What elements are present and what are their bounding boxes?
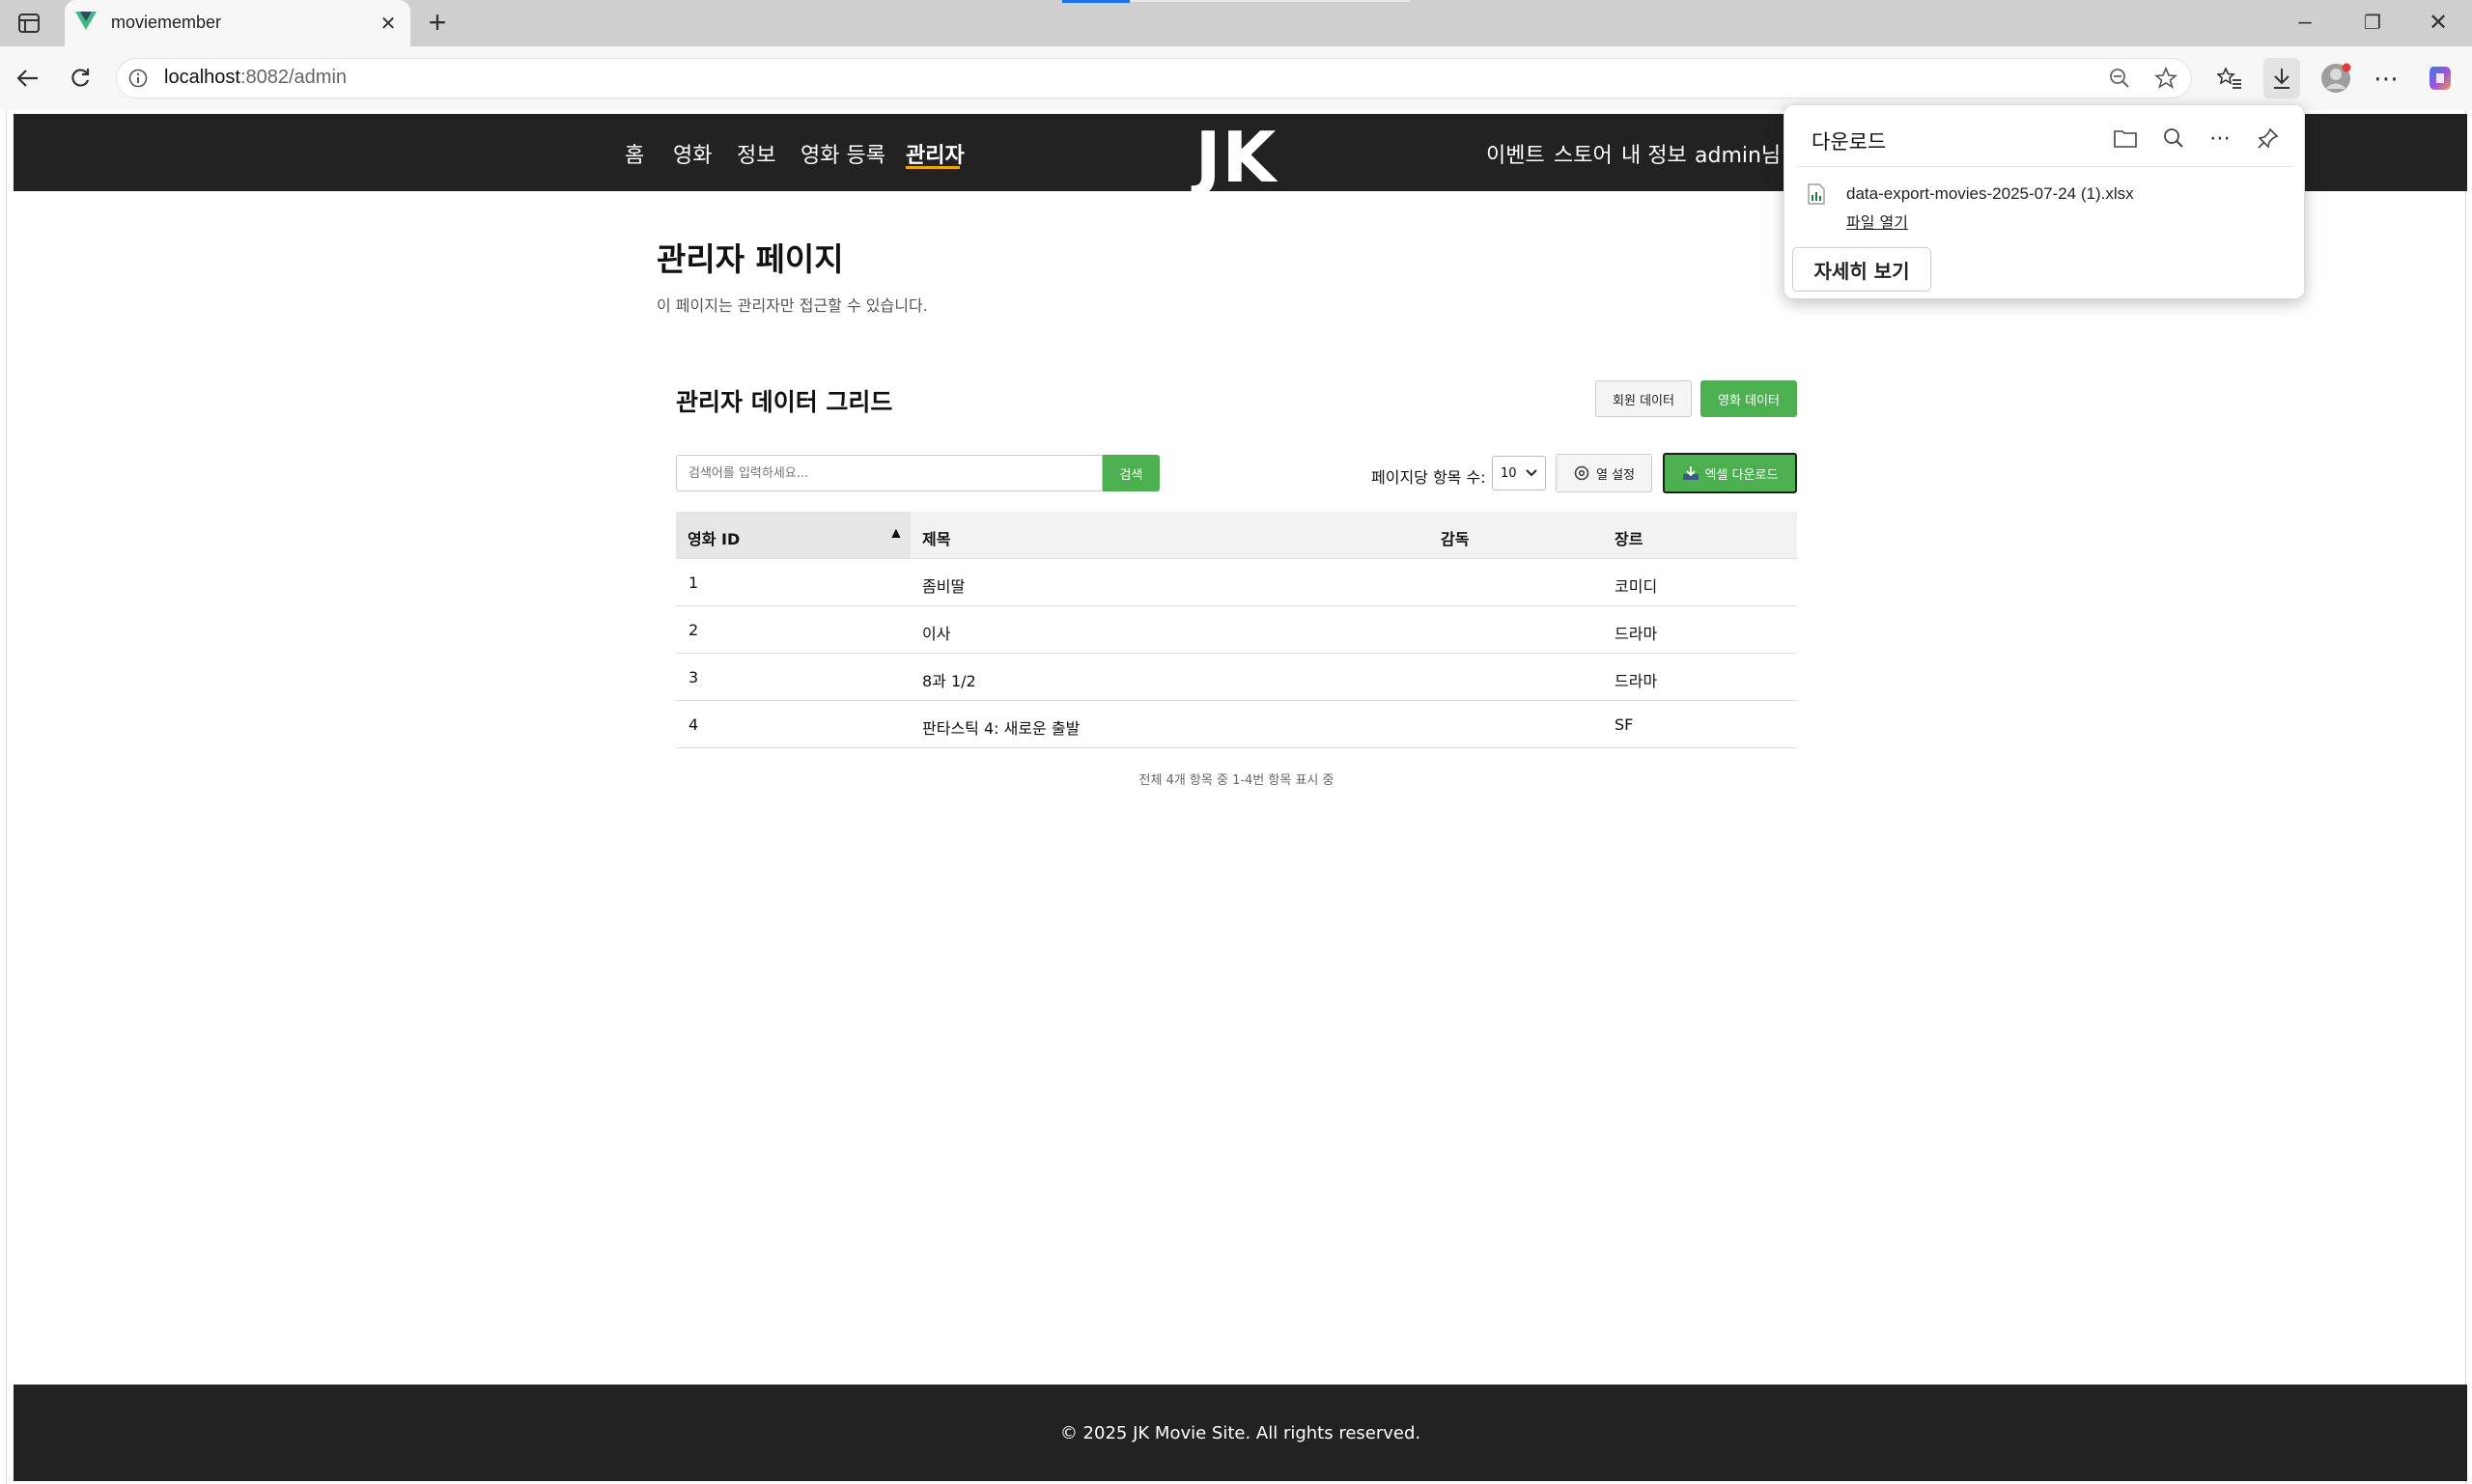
movie-data-button[interactable]: 영화 데이터: [1700, 380, 1797, 417]
downloads-title: 다운로드: [1812, 130, 1887, 154]
column-header-genre[interactable]: 장르: [1615, 526, 1643, 549]
grid-title: 관리자 데이터 그리드: [676, 388, 893, 416]
cell-genre: 코미디: [1615, 577, 1658, 596]
cell-genre: 드라마: [1615, 625, 1658, 643]
cell-id: 3: [688, 668, 699, 686]
row-divider: [676, 558, 1797, 559]
nav-home[interactable]: 홈: [625, 138, 644, 169]
copilot-icon[interactable]: [2422, 60, 2458, 97]
search-button[interactable]: 검색: [1103, 455, 1160, 491]
url-text: localhost:8082/admin: [164, 67, 347, 89]
cell-id: 4: [688, 715, 699, 734]
tab-title: moviemember: [111, 13, 222, 32]
refresh-icon[interactable]: [64, 62, 97, 95]
back-icon[interactable]: [12, 62, 44, 95]
nav-movies[interactable]: 영화: [673, 138, 712, 169]
cell-genre: SF: [1615, 715, 1634, 734]
per-page-label: 페이지당 항목 수:: [1371, 468, 1486, 487]
favorites-list-icon[interactable]: [2213, 62, 2246, 95]
nav-admin[interactable]: 관리자: [906, 138, 965, 169]
vue-logo-icon: [75, 12, 97, 33]
download-icon[interactable]: [2265, 62, 2298, 95]
page-title: 관리자 페이지: [657, 240, 844, 278]
see-more-button[interactable]: 자세히 보기: [1792, 247, 1931, 292]
tab-actions-icon[interactable]: [14, 10, 44, 37]
site-footer: © 2025 JK Movie Site. All rights reserve…: [14, 1385, 2467, 1481]
tab-close-icon[interactable]: ✕: [375, 10, 402, 37]
table-summary: 전체 4개 항목 중 1-4번 항목 표시 중: [1138, 773, 1334, 788]
address-bar[interactable]: [116, 58, 2192, 98]
excel-download-label: 엑셀 다운로드: [1704, 467, 1779, 483]
search-icon[interactable]: [2159, 124, 2188, 153]
folder-icon[interactable]: [2111, 124, 2140, 153]
column-header-title[interactable]: 제목: [922, 526, 950, 549]
cell-id: 1: [688, 574, 699, 592]
cell-title: 판타스틱 4: 새로운 출발: [922, 719, 1081, 738]
nav-events[interactable]: 이벤트: [1486, 138, 1545, 169]
close-window-button[interactable]: ✕: [2422, 6, 2455, 39]
cell-title: 좀비딸: [922, 577, 966, 596]
url-host: localhost: [164, 67, 240, 88]
sort-ascending-icon[interactable]: ▲: [888, 525, 904, 543]
new-tab-button[interactable]: +: [421, 5, 454, 40]
per-page-select[interactable]: 10: [1492, 456, 1546, 490]
site-logo[interactable]: JK MOVIE: [1072, 116, 1400, 281]
open-file-link[interactable]: 파일 열기: [1846, 210, 1908, 233]
more-icon[interactable]: ⋯: [2205, 124, 2234, 153]
excel-file-icon: [1808, 183, 1827, 205]
row-divider: [676, 653, 1797, 654]
column-header-movie-id[interactable]: 영화 ID: [688, 526, 740, 549]
nav-movie-register[interactable]: 영화 등록: [801, 138, 885, 169]
nav-info[interactable]: 정보: [737, 138, 775, 169]
profile-avatar-icon[interactable]: [2318, 60, 2354, 97]
page-subtitle: 이 페이지는 관리자만 접근할 수 있습니다.: [657, 296, 928, 315]
member-data-button[interactable]: 회원 데이터: [1595, 380, 1692, 417]
gear-icon: [1574, 465, 1589, 481]
nav-user-greeting[interactable]: admin님: [1695, 138, 1781, 169]
column-settings-label: 열 설정: [1595, 467, 1635, 483]
download-tray-icon: [1682, 466, 1699, 480]
restore-button[interactable]: ❐: [2356, 6, 2389, 39]
cell-title: 8과 1/2: [922, 672, 976, 690]
site-info-icon[interactable]: [126, 66, 151, 91]
nav-store[interactable]: 스토어: [1554, 138, 1613, 169]
loading-indicator: [1062, 0, 1130, 3]
cell-title: 이사: [922, 625, 951, 643]
cell-genre: 드라마: [1615, 672, 1658, 690]
search-input[interactable]: [676, 455, 1103, 491]
column-header-director[interactable]: 감독: [1441, 526, 1469, 549]
per-page-value: 10: [1501, 465, 1517, 481]
minimize-button[interactable]: –: [2289, 6, 2321, 39]
more-options-icon[interactable]: ⋯: [2370, 62, 2402, 95]
loading-track: [1130, 0, 1410, 2]
panel-divider: [1796, 166, 2292, 167]
download-file-name[interactable]: data-export-movies-2025-07-24 (1).xlsx: [1846, 184, 2134, 204]
chevron-down-icon: [1525, 469, 1537, 477]
url-path: :8082/admin: [239, 67, 348, 88]
row-divider: [676, 700, 1797, 701]
page-viewport: [6, 110, 2466, 1484]
row-divider: [676, 605, 1797, 606]
zoom-out-icon[interactable]: [2105, 64, 2134, 93]
footer-copyright: © 2025 JK Movie Site. All rights reserve…: [1059, 1422, 1421, 1443]
row-divider: [676, 747, 1797, 748]
cell-id: 2: [688, 621, 699, 639]
nav-my-info[interactable]: 내 정보: [1621, 138, 1687, 169]
excel-download-button[interactable]: 엑셀 다운로드: [1663, 453, 1797, 493]
nav-admin-underline: [906, 166, 960, 169]
column-settings-button[interactable]: 열 설정: [1556, 454, 1652, 492]
favorite-star-icon[interactable]: [2151, 64, 2180, 93]
pin-icon[interactable]: [2254, 124, 2283, 153]
